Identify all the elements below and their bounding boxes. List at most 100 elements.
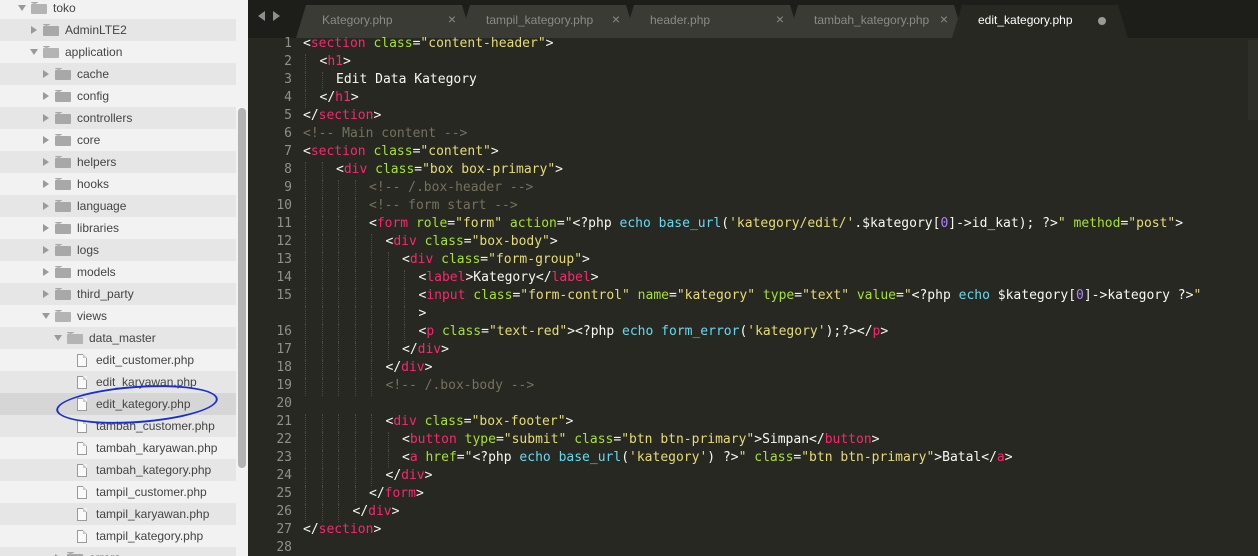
folder-item[interactable]: config: [0, 85, 236, 107]
folder-item[interactable]: helpers: [0, 151, 236, 173]
close-icon[interactable]: ×: [612, 11, 620, 27]
line-number: 9: [284, 180, 292, 195]
code-line[interactable]: <form role="form" action="<?php echo bas…: [303, 216, 1183, 231]
code-line[interactable]: <!-- /.box-header -->: [303, 180, 533, 195]
code-line[interactable]: </h1>: [303, 90, 359, 105]
folder-item[interactable]: libraries: [0, 217, 236, 239]
code-line[interactable]: </form>: [303, 486, 424, 501]
code-line[interactable]: <div class="form-group">: [303, 252, 590, 267]
chevron-right-icon[interactable]: [52, 552, 64, 556]
code-line[interactable]: </div>: [303, 504, 400, 519]
code-line[interactable]: </section>: [303, 522, 381, 537]
folder-item[interactable]: models: [0, 261, 236, 283]
code-line[interactable]: </div>: [303, 360, 433, 375]
code-token: ": [564, 216, 573, 231]
code-line[interactable]: <div class="box-footer">: [303, 414, 574, 429]
chevron-right-icon[interactable]: [40, 200, 52, 212]
file-icon: [77, 507, 87, 521]
code-editor[interactable]: 1 2 3 4 5 6 7 8 9 10 11 12 13 14 15 16 17 18 19 20 21 22 23 24 2…: [248, 36, 1258, 556]
code-line[interactable]: </div>: [303, 468, 433, 483]
folder-item[interactable]: cache: [0, 63, 236, 85]
code-line[interactable]: <a href="<?php echo base_url('kategory')…: [303, 450, 1013, 465]
code-line[interactable]: <input class="form-control" name="katego…: [303, 288, 1202, 303]
close-icon[interactable]: ×: [448, 11, 456, 27]
chevron-right-icon[interactable]: [40, 244, 52, 256]
file-item[interactable]: tampil_karyawan.php: [0, 503, 236, 525]
code-line[interactable]: <button type="submit" class="btn btn-pri…: [303, 432, 880, 447]
code-token: div: [401, 360, 425, 375]
close-icon[interactable]: ×: [776, 11, 784, 27]
tab-scroll-left-icon[interactable]: [258, 11, 265, 21]
chevron-down-icon[interactable]: [16, 2, 28, 14]
editor-tab[interactable]: edit_kategory.php: [952, 5, 1128, 38]
folder-item[interactable]: data_master: [0, 327, 236, 349]
code-line[interactable]: <section class="content">: [303, 144, 499, 159]
code-line[interactable]: <div class="box box-primary">: [303, 162, 563, 177]
code-line[interactable]: Edit Data Kategory: [303, 72, 477, 87]
folder-item[interactable]: toko: [0, 0, 236, 19]
chevron-right-icon[interactable]: [40, 68, 52, 80]
chevron-right-icon[interactable]: [40, 134, 52, 146]
chevron-right-icon[interactable]: [40, 288, 52, 300]
folder-item[interactable]: language: [0, 195, 236, 217]
chevron-right-icon[interactable]: [40, 222, 52, 234]
code-token: <: [303, 144, 311, 159]
code-token: >: [415, 486, 424, 501]
file-item[interactable]: edit_customer.php: [0, 349, 236, 371]
folder-item[interactable]: application: [0, 41, 236, 63]
folder-icon: [55, 200, 71, 212]
code-line[interactable]: <!-- /.box-body -->: [303, 378, 535, 393]
chevron-right-icon[interactable]: [28, 24, 40, 36]
code-line[interactable]: <p class="text-red"><?php echo form_erro…: [303, 324, 889, 339]
folder-item[interactable]: core: [0, 129, 236, 151]
code-line[interactable]: </section>: [303, 108, 381, 123]
code-line[interactable]: >: [303, 306, 427, 321]
chevron-right-icon[interactable]: [40, 112, 52, 124]
close-icon[interactable]: ×: [940, 11, 948, 27]
sidebar-scrollbar[interactable]: [238, 108, 246, 468]
file-item[interactable]: tambah_kategory.php: [0, 459, 236, 481]
folder-icon: [55, 90, 71, 102]
minimap[interactable]: [1248, 40, 1258, 120]
code-token: class: [424, 414, 464, 429]
file-item[interactable]: tambah_karyawan.php: [0, 437, 236, 459]
editor-tab[interactable]: tambah_kategory.php ×: [788, 5, 964, 38]
code-line[interactable]: <div class="box-body">: [303, 234, 558, 249]
code-line[interactable]: <section class="content-header">: [303, 36, 553, 51]
chevron-down-icon[interactable]: [28, 46, 40, 58]
chevron-down-icon[interactable]: [40, 310, 52, 322]
folder-item[interactable]: AdminLTE2: [0, 19, 236, 41]
line-number: 16: [276, 324, 292, 339]
code-token: name: [637, 288, 669, 303]
file-item[interactable]: tampil_kategory.php: [0, 525, 236, 547]
editor-tab[interactable]: tampil_kategory.php ×: [460, 5, 636, 38]
editor-tab[interactable]: Kategory.php ×: [296, 5, 472, 38]
folder-item[interactable]: hooks: [0, 173, 236, 195]
folder-item[interactable]: controllers: [0, 107, 236, 129]
tree-item-label: models: [77, 265, 116, 279]
chevron-right-icon[interactable]: [40, 178, 52, 190]
code-line[interactable]: <h1>: [303, 54, 351, 69]
chevron-down-icon[interactable]: [52, 332, 64, 344]
chevron-right-icon[interactable]: [40, 156, 52, 168]
folder-item[interactable]: third_party: [0, 283, 236, 305]
code-line[interactable]: <label>Kategory</label>: [303, 270, 599, 285]
line-number: 21: [276, 414, 292, 429]
code-line[interactable]: <!-- Main content -->: [303, 126, 467, 141]
code-token: <?php: [572, 216, 620, 231]
tab-scroll-right-icon[interactable]: [273, 11, 280, 21]
folder-item[interactable]: logs: [0, 239, 236, 261]
code-line[interactable]: <!-- form start -->: [303, 198, 518, 213]
unsaved-dot-icon[interactable]: [1098, 17, 1106, 25]
editor-tab[interactable]: header.php ×: [624, 5, 800, 38]
chevron-right-icon[interactable]: [40, 90, 52, 102]
tree-item-label: data_master: [89, 331, 156, 345]
file-item[interactable]: tampil_customer.php: [0, 481, 236, 503]
folder-item[interactable]: errors: [0, 547, 236, 556]
line-number: 17: [276, 342, 292, 357]
code-line[interactable]: </div>: [303, 342, 449, 357]
folder-item[interactable]: views: [0, 305, 236, 327]
chevron-right-icon[interactable]: [40, 266, 52, 278]
